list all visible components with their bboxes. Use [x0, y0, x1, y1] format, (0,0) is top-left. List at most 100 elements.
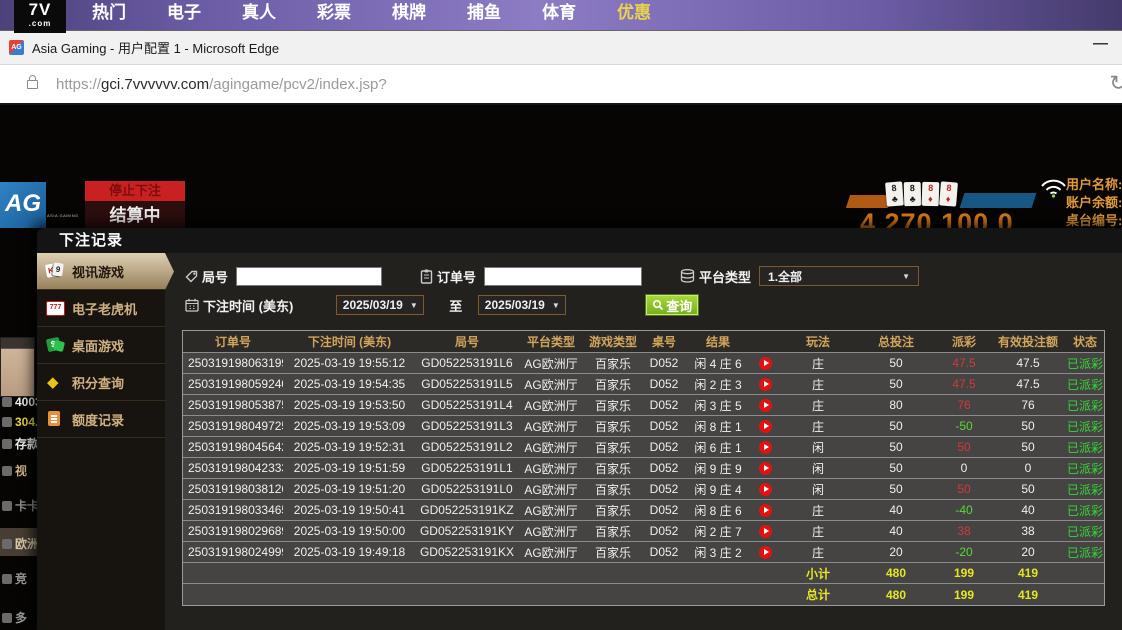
cell: AG欧洲厅 [518, 397, 584, 414]
cell: 40 [992, 503, 1064, 517]
nav-item-1[interactable]: 电子 [167, 0, 201, 23]
cell: 2025-03-19 19:51:59 [283, 461, 416, 475]
site-logo-text: 7V [14, 0, 66, 20]
cell: 总计 [780, 586, 856, 603]
sidebar-item-1[interactable]: 电子老虎机 [37, 290, 165, 327]
cell: 76 [992, 398, 1064, 412]
nav-item-5[interactable]: 捕鱼 [467, 0, 501, 23]
play-video-button[interactable] [759, 399, 772, 412]
date-from-select[interactable]: 2025/03/19▼ [336, 295, 424, 315]
play-video-button[interactable] [759, 546, 772, 559]
cell: 庄 [780, 523, 856, 540]
cell: 250319198024999 [183, 545, 283, 559]
cell: 庄 [780, 544, 856, 561]
cell: 0 [992, 461, 1064, 475]
cell: 38 [992, 524, 1064, 538]
cell: -20 [936, 545, 992, 559]
cell: 2025-03-19 19:49:18 [283, 545, 416, 559]
nav-item-3[interactable]: 彩票 [317, 0, 351, 23]
cell: 闲 2 庄 7 [686, 523, 750, 540]
nav-item-2[interactable]: 真人 [242, 0, 276, 23]
minimize-button[interactable]: — [1093, 35, 1108, 52]
site-logo-sub: .com [14, 20, 66, 27]
nav-item-0[interactable]: 热门 [92, 0, 126, 23]
bet-bar-blue [960, 193, 1037, 208]
date-to-select[interactable]: 2025/03/19▼ [478, 295, 566, 315]
sidebar-item-3[interactable]: 积分查询 [37, 364, 165, 401]
play-video-button[interactable] [759, 462, 772, 475]
gem-icon [45, 373, 65, 391]
cell: 2025-03-19 19:53:09 [283, 419, 416, 433]
cell: D052 [642, 461, 686, 475]
play-video-button[interactable] [759, 483, 772, 496]
cell: GD052253191KZ [416, 503, 518, 517]
url-bar[interactable]: https://gci.7vvvvvv.com/agingame/pcv2/in… [0, 64, 1122, 105]
reload-icon[interactable]: ↻ [1109, 71, 1122, 96]
cell [750, 462, 780, 475]
search-button[interactable]: 查询 [645, 294, 699, 316]
left-strip-item-1: 304. [2, 415, 38, 429]
table-header-row: 订单号下注时间 (美东)局号平台类型游戏类型桌号结果玩法总投注派彩有效投注额状态 [183, 331, 1104, 353]
cell: 76 [936, 398, 992, 412]
sidebar-item-4[interactable]: 额度记录 [37, 401, 165, 438]
cell: 百家乐 [584, 376, 642, 393]
cell: 47.5 [992, 356, 1064, 370]
order-input[interactable] [484, 267, 642, 286]
cell: 闲 [780, 439, 856, 456]
cell [750, 483, 780, 496]
cell: 50 [992, 440, 1064, 454]
play-video-button[interactable] [759, 504, 772, 517]
cell: AG欧洲厅 [518, 502, 584, 519]
cell: 250319198059240 [183, 377, 283, 391]
cell: 250319198063199 [183, 356, 283, 370]
cell: 百家乐 [584, 355, 642, 372]
table-row: 2503191980381262025-03-19 19:51:20GD0522… [183, 479, 1104, 500]
table-row: 2503191980631992025-03-19 19:55:12GD0522… [183, 353, 1104, 374]
cell: 38 [936, 524, 992, 538]
left-strip-item-4: 卡卡 [2, 497, 39, 514]
col-header-0: 订单号 [183, 333, 283, 350]
round-input[interactable] [236, 267, 382, 286]
play-video-button[interactable] [759, 357, 772, 370]
cell: 闲 [780, 481, 856, 498]
platform-select[interactable]: 1.全部▼ [759, 266, 919, 286]
play-video-button[interactable] [759, 378, 772, 391]
dice-money-icon [45, 336, 65, 354]
sidebar-item-label: 视讯游戏 [72, 262, 124, 281]
cell: 闲 [780, 460, 856, 477]
play-video-button[interactable] [759, 420, 772, 433]
stop-betting-banner: 停止下注 [85, 181, 185, 201]
sidebar-item-0[interactable]: 视讯游戏 [37, 253, 174, 290]
cell: 20 [856, 545, 936, 559]
left-strip-icon [2, 417, 12, 427]
cell: 庄 [780, 502, 856, 519]
url-text[interactable]: https://gci.7vvvvvv.com/agingame/pcv2/in… [56, 76, 387, 93]
nav-item-7[interactable]: 优惠 [617, 0, 651, 23]
site-logo[interactable]: 7V .com [14, 0, 66, 33]
table-row: 2503191980423332025-03-19 19:51:59GD0522… [183, 458, 1104, 479]
cell: 250319198042333 [183, 461, 283, 475]
modal-body: 视讯游戏电子老虎机桌面游戏积分查询额度记录 局号 订单号 平台类型 1.全部▼ … [37, 253, 1122, 630]
play-video-button[interactable] [759, 525, 772, 538]
left-strip: 4003304.存款视卡卡欧洲竞多电子捕街 [0, 210, 37, 630]
playing-card: 8♣ [904, 182, 922, 206]
cell: 2025-03-19 19:54:35 [283, 377, 416, 391]
cell: 百家乐 [584, 544, 642, 561]
table-row: 2503191980249992025-03-19 19:49:18GD0522… [183, 542, 1104, 563]
filter-row-2: 下注时间 (美东) 2025/03/19▼ 至 2025/03/19▼ 查询 [185, 294, 699, 316]
sidebar-item-2[interactable]: 桌面游戏 [37, 327, 165, 364]
cards-icon [45, 262, 65, 280]
cell: D052 [642, 482, 686, 496]
playing-card: 8♦ [939, 181, 958, 206]
nav-item-4[interactable]: 棋牌 [392, 0, 426, 23]
document-icon [45, 410, 65, 428]
left-strip-item-2: 存款 [2, 435, 39, 452]
left-strip-icon [2, 613, 12, 623]
info-label-1: 账户余额: [1066, 194, 1122, 212]
sidebar-item-label: 额度记录 [72, 410, 124, 429]
play-video-button[interactable] [759, 441, 772, 454]
tag-icon [185, 270, 198, 283]
nav-item-6[interactable]: 体育 [542, 0, 576, 23]
total-row: 总计480199419 [183, 584, 1104, 605]
left-strip-icon [2, 466, 12, 476]
